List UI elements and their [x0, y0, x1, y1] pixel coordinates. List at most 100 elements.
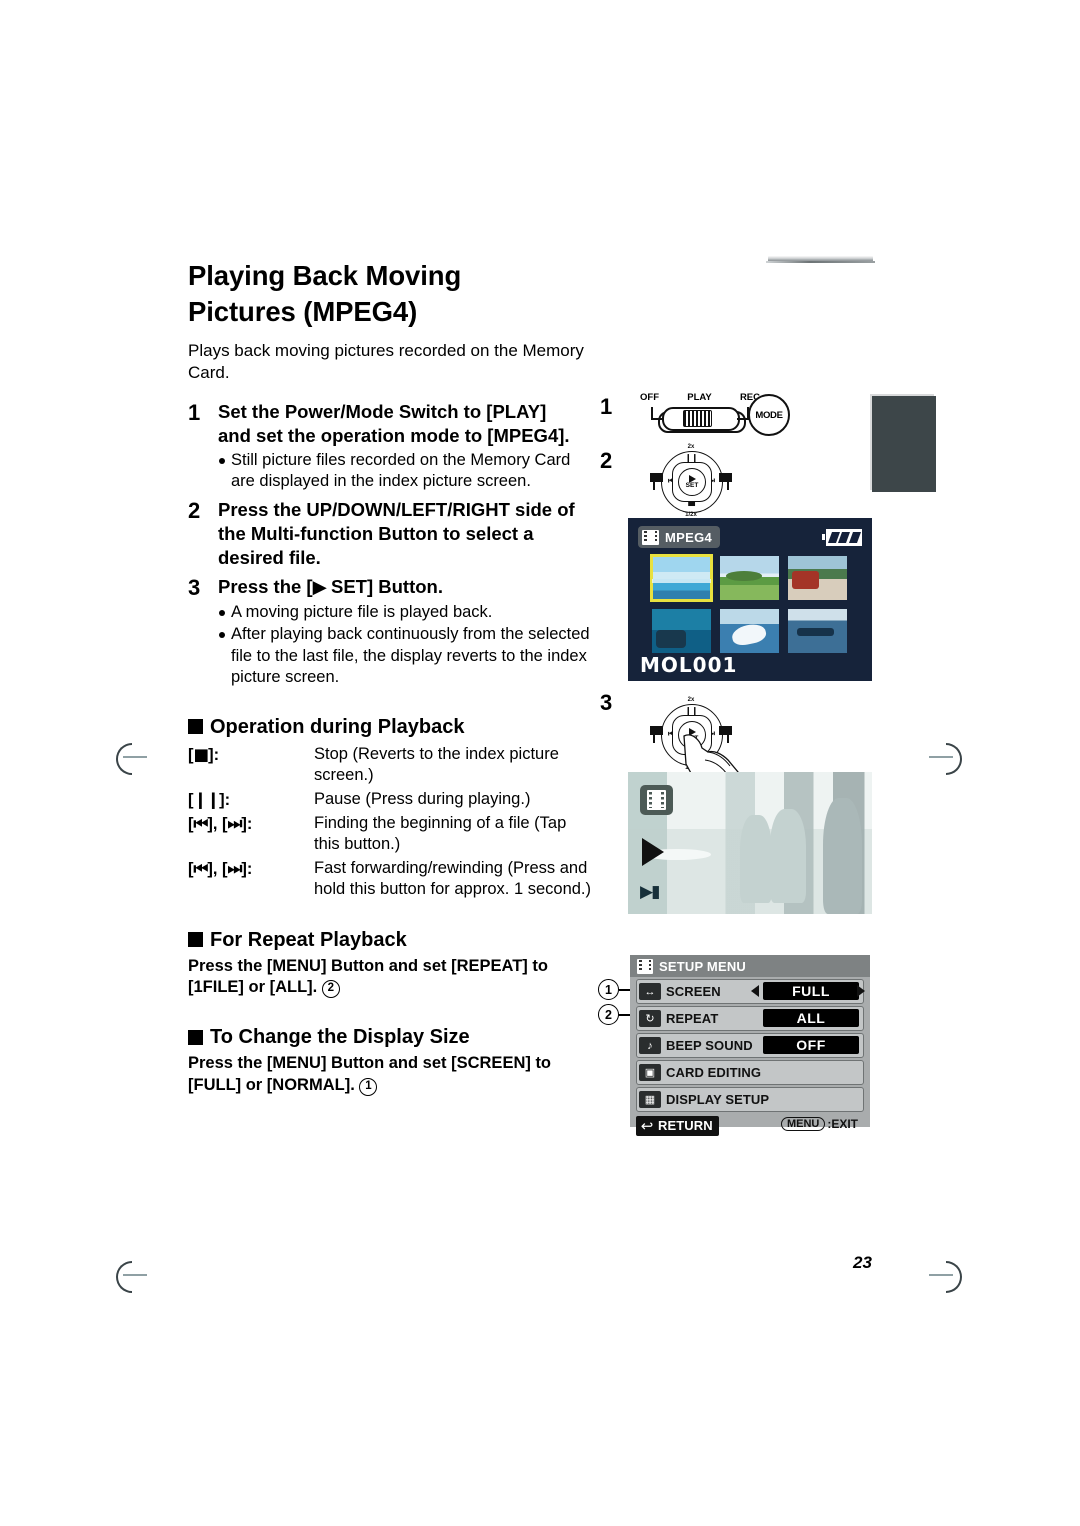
- film-icon: [642, 529, 659, 545]
- index-picture-screen: MPEG4 MOL001: [628, 518, 872, 681]
- multi-function-dial-step2: 2x ❙❙ ⏮ ⏭ ■ 1/2x SET: [650, 444, 732, 518]
- card-icon: ▣: [639, 1064, 661, 1081]
- setup-menu-screen: SETUP MENU ↔ SCREEN FULL ↻ REPEAT ALL ♪ …: [630, 955, 870, 1136]
- battery-full-icon: [822, 529, 862, 546]
- power-mode-switch-illustration: OFF PLAY REC: [640, 392, 760, 436]
- step-3-bullets: A moving picture file is played back. Af…: [218, 602, 593, 689]
- manual-page: Playing Back Moving Pictures (MPEG4) Pla…: [0, 0, 1080, 1526]
- step-3: 3 Press the [▶ SET] Button. A moving pic…: [188, 575, 593, 689]
- callout-ref-1: 1: [359, 1077, 378, 1096]
- step-2: 2 Press the UP/DOWN/LEFT/RIGHT side of t…: [188, 498, 593, 570]
- operation-key-ff: [⏮], [⏭]:: [188, 858, 253, 878]
- thumbnail-aquarium[interactable]: [652, 609, 711, 653]
- operation-section-heading: Operation during Playback: [188, 715, 593, 739]
- table-row: [⏮], [⏭]: Finding the beginning of a fil…: [188, 812, 593, 857]
- mpeg4-mode-badge: MPEG4: [638, 526, 721, 548]
- menu-item-beep-sound[interactable]: ♪ BEEP SOUND OFF: [636, 1033, 864, 1058]
- screen-icon: ↔: [639, 983, 661, 1000]
- operation-key-pause: [❙❙]:: [188, 789, 231, 809]
- step-2-heading: Press the UP/DOWN/LEFT/RIGHT side of the…: [218, 498, 575, 568]
- table-row: [■]: Stop (Reverts to the index picture …: [188, 743, 593, 788]
- repeat-icon: ↻: [639, 1010, 661, 1027]
- rewind-icon: ⏮: [193, 858, 209, 878]
- skip-forward-icon: ⏭: [227, 813, 243, 833]
- step-3-heading: Press the [▶ SET] Button.: [218, 575, 443, 598]
- operation-desc-skip: Finding the beginning of a file (Tap thi…: [314, 813, 567, 854]
- menu-key-pill: MENU: [780, 1117, 826, 1131]
- repeat-section-heading: For Repeat Playback: [188, 928, 593, 952]
- operation-table: [■]: Stop (Reverts to the index picture …: [188, 743, 593, 902]
- step-3-number: 3: [188, 574, 201, 600]
- square-bullet-icon: [188, 932, 203, 948]
- thumbnail-orca-jump[interactable]: [720, 609, 779, 653]
- dial-set-button: SET: [678, 468, 706, 496]
- step-1-bullet-0: Still picture files recorded on the Memo…: [218, 450, 593, 493]
- menu-exit-hint: MENU :EXIT: [780, 1117, 858, 1131]
- menu-value-screen: FULL: [763, 982, 859, 1000]
- step-1-heading: Set the Power/Mode Switch to [PLAY] and …: [218, 400, 570, 446]
- callout-ref-2: 2: [321, 980, 340, 999]
- mpeg4-badge-label: MPEG4: [665, 529, 713, 545]
- play-triangle-icon: ▶: [312, 576, 327, 598]
- registration-mark-left: [114, 740, 148, 775]
- menu-value-beep-sound: OFF: [763, 1036, 859, 1054]
- step-1-number: 1: [188, 399, 201, 425]
- step-2-number: 2: [188, 497, 201, 523]
- illus-step-1-number: 1: [600, 394, 613, 419]
- table-row: [⏮], [⏭]: Fast forwarding/rewinding (Pre…: [188, 857, 593, 902]
- chapter-thumb-tab: [872, 396, 936, 492]
- thumbnail-speed-boat[interactable]: [788, 609, 847, 653]
- registration-mark-bottom-left: [114, 1258, 148, 1293]
- operation-desc-ff: Fast forwarding/rewinding (Press and hol…: [314, 858, 592, 899]
- dial-label-2x: 2x: [687, 444, 695, 450]
- film-icon: [637, 958, 653, 974]
- mode-button-illustration: MODE: [748, 394, 790, 436]
- right-arrow-icon[interactable]: [857, 985, 865, 997]
- setup-menu-title-bar: SETUP MENU: [630, 955, 870, 977]
- table-row: [❙❙]: Pause (Press during playing.): [188, 788, 593, 812]
- menu-item-repeat[interactable]: ↻ REPEAT ALL: [636, 1006, 864, 1031]
- page-title-line2: Pictures (MPEG4): [188, 295, 418, 327]
- fast-forward-icon: ⏭: [227, 858, 243, 878]
- film-icon: [640, 785, 673, 815]
- switch-knob: [683, 410, 712, 427]
- operation-desc-pause: Pause (Press during playing.): [314, 789, 531, 808]
- operation-desc-stop: Stop (Reverts to the index picture scree…: [314, 744, 559, 785]
- display-size-section-heading: To Change the Display Size: [188, 1025, 593, 1049]
- step-3-bullet-0: A moving picture file is played back.: [218, 602, 593, 623]
- left-arrow-icon[interactable]: [751, 985, 759, 997]
- menu-item-card-editing[interactable]: ▣ CARD EDITING: [636, 1060, 864, 1085]
- text-column: Playing Back Moving Pictures (MPEG4) Pla…: [188, 258, 593, 1097]
- thumbnail-grid: [650, 554, 848, 662]
- repeat-instruction: Press the [MENU] Button and set [REPEAT]…: [188, 956, 548, 999]
- intro-paragraph: Plays back moving pictures recorded on t…: [188, 340, 584, 383]
- return-arrow-icon: ↩: [640, 1117, 654, 1135]
- square-bullet-icon: [188, 1029, 203, 1045]
- switch-label-play: PLAY: [687, 392, 712, 403]
- play-triangle-icon: [642, 838, 664, 866]
- thumbnail-red-train[interactable]: [788, 556, 847, 600]
- registration-mark-bottom-right: [928, 1258, 962, 1293]
- menu-value-repeat: ALL: [763, 1009, 859, 1027]
- illus-step-2-number: 2: [600, 448, 613, 473]
- illus-step-3-number: 3: [600, 690, 613, 715]
- skip-back-icon: ⏮: [193, 813, 209, 833]
- playback-corner-marker: ▶▮: [640, 882, 660, 902]
- step-3-bullet-1: After playing back continuously from the…: [218, 624, 593, 688]
- thumbnail-green-hill[interactable]: [720, 556, 779, 600]
- playback-screen: ▶▮: [628, 772, 872, 914]
- menu-item-display-setup[interactable]: ▦ DISPLAY SETUP: [636, 1087, 864, 1112]
- step-1-bullets: Still picture files recorded on the Memo…: [218, 450, 593, 493]
- switch-label-off: OFF: [640, 392, 659, 403]
- thumbnail-surf-beach[interactable]: [650, 554, 713, 602]
- menu-item-return[interactable]: ↩ RETURN MENU :EXIT: [636, 1114, 864, 1137]
- display-icon: ▦: [639, 1091, 661, 1108]
- operation-key-stop: [■]:: [188, 744, 220, 764]
- step-1: 1 Set the Power/Mode Switch to [PLAY] an…: [188, 400, 593, 493]
- page-title: Playing Back Moving Pictures (MPEG4): [188, 258, 593, 330]
- selected-file-name: MOL001: [640, 653, 738, 677]
- menu-item-screen[interactable]: ↔ SCREEN FULL: [636, 979, 865, 1004]
- stop-square-icon: ■: [193, 744, 210, 764]
- registration-mark-right: [928, 740, 962, 775]
- pause-bars-icon: ❙❙: [193, 789, 221, 809]
